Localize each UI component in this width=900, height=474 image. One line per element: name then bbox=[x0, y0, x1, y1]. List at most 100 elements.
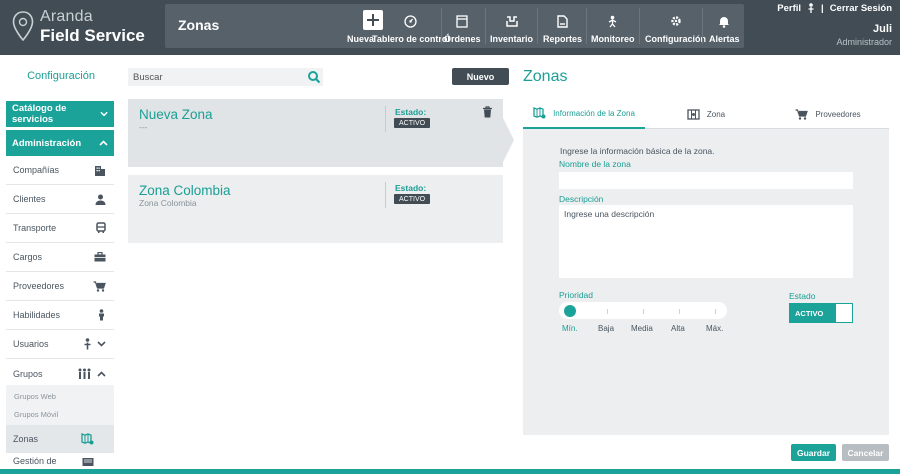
sidebar-item-label: Usuarios bbox=[13, 339, 49, 349]
toolbar-monitoring[interactable]: Monitoreo bbox=[591, 4, 635, 48]
sidebar-item-zonas[interactable]: Zonas bbox=[6, 425, 114, 453]
zone-card-title: Zona Colombia bbox=[139, 183, 231, 198]
zone-map-icon bbox=[81, 433, 94, 445]
toolbar-divider bbox=[702, 8, 703, 44]
sidebar-catalog-button[interactable]: Catálogo de servicios bbox=[6, 101, 114, 127]
save-button[interactable]: Guardar bbox=[791, 444, 836, 461]
description-textarea[interactable]: Ingrese una descripción bbox=[559, 205, 853, 278]
selected-card-pointer bbox=[503, 118, 514, 162]
sidebar-subgroup bbox=[6, 385, 114, 425]
sidebar-item-label: Cargos bbox=[13, 252, 43, 262]
status-label: Estado bbox=[789, 291, 816, 301]
toolbar-reports-label: Reportes bbox=[543, 34, 583, 44]
priority-label: Prioridad bbox=[559, 290, 594, 300]
tab-label: Zona bbox=[706, 109, 726, 119]
toolbar-reports[interactable]: Reportes bbox=[543, 4, 582, 48]
sidebar-item-label: Zonas bbox=[13, 434, 39, 444]
sidebar-item-label: Gestión de bbox=[13, 456, 57, 466]
new-zone-button[interactable]: Nuevo bbox=[452, 68, 509, 85]
tab-zone-info[interactable]: Información de la Zona bbox=[523, 99, 645, 129]
sidebar-subitem-grupos-movil[interactable]: Grupos Móvil bbox=[14, 410, 58, 419]
briefcase-icon bbox=[94, 252, 106, 262]
sidebar-item-companias[interactable]: Compañías bbox=[6, 156, 114, 185]
status-badge: ACTIVO bbox=[394, 194, 431, 204]
sidebar-item-clientes[interactable]: Clientes bbox=[6, 185, 114, 214]
zone-detail-panel: Información de la Zona Zona Proveedores … bbox=[523, 99, 889, 435]
sidebar-item-transporte[interactable]: Transporte bbox=[6, 214, 114, 243]
brand-name-bottom: Field Service bbox=[40, 25, 145, 45]
toolbar-settings[interactable]: Configuración bbox=[645, 4, 706, 48]
brand-logo[interactable]: Aranda Field Service bbox=[12, 8, 145, 44]
zone-card[interactable]: Zona Colombia Zona Colombia Estado: ACTI… bbox=[128, 175, 503, 243]
priority-option-min: Mín. bbox=[562, 324, 578, 333]
tab-zone[interactable]: Zona bbox=[645, 99, 767, 129]
zone-name-label: Nombre de la zona bbox=[559, 159, 631, 169]
inventory-icon bbox=[505, 15, 518, 27]
bus-icon bbox=[96, 222, 106, 233]
status-badge: ACTIVO bbox=[394, 118, 431, 128]
chevron-up-icon bbox=[97, 370, 106, 377]
map-pin-logo-icon bbox=[12, 11, 34, 41]
panel-title: Zonas bbox=[523, 68, 568, 85]
sidebar-item-cargos[interactable]: Cargos bbox=[6, 243, 114, 272]
sidebar-item-grupos[interactable]: Grupos bbox=[6, 359, 114, 388]
zone-card[interactable]: Nueva Zona --- Estado: ACTIVO bbox=[128, 99, 503, 167]
zone-map-icon bbox=[533, 107, 546, 119]
cart-icon bbox=[93, 280, 106, 292]
zone-name-input[interactable] bbox=[559, 172, 853, 189]
sidebar-title: Configuración bbox=[27, 70, 95, 82]
sidebar-item-proveedores[interactable]: Proveedores bbox=[6, 272, 114, 301]
logout-link[interactable]: Cerrar Sesión bbox=[830, 3, 892, 14]
search-icon[interactable] bbox=[307, 70, 321, 84]
sidebar-item-habilidades[interactable]: Habilidades bbox=[6, 301, 114, 330]
sidebar-catalog-label: Catálogo de servicios bbox=[12, 103, 67, 125]
status-toggle[interactable]: ACTIVO bbox=[789, 303, 853, 323]
toolbar-alerts[interactable]: Alertas bbox=[709, 4, 740, 48]
profile-link[interactable]: Perfil bbox=[777, 3, 801, 14]
toolbar-divider bbox=[537, 8, 538, 44]
user-links-separator: | bbox=[821, 3, 824, 14]
toolbar-new-label: Nueva bbox=[347, 34, 375, 44]
priority-slider-handle[interactable] bbox=[564, 305, 576, 317]
slider-tick bbox=[679, 309, 680, 314]
toolbar-orders[interactable]: Órdenes bbox=[444, 4, 481, 48]
sidebar-admin-button[interactable]: Administración bbox=[6, 130, 114, 156]
cancel-button[interactable]: Cancelar bbox=[842, 444, 889, 461]
status-toggle-value: ACTIVO bbox=[790, 304, 836, 322]
trash-icon[interactable] bbox=[482, 106, 493, 118]
orders-icon bbox=[456, 14, 468, 28]
toolbar-divider bbox=[586, 8, 587, 44]
monitoring-icon bbox=[608, 15, 617, 27]
map-icon bbox=[687, 108, 700, 120]
module-title: Zonas bbox=[178, 17, 220, 33]
user-area: Perfil | Cerrar Sesión Juli Administrado… bbox=[777, 3, 892, 47]
chevron-down-icon bbox=[97, 341, 106, 347]
toolbar-dashboard[interactable]: Tablero de control bbox=[372, 4, 450, 48]
toolbar-divider bbox=[441, 8, 442, 44]
toolbar-inventory[interactable]: Inventario bbox=[490, 4, 533, 48]
toolbar-alerts-label: Alertas bbox=[709, 34, 740, 44]
toolbar-new[interactable]: Nueva bbox=[347, 4, 374, 48]
card-divider bbox=[385, 106, 386, 132]
sidebar-admin-label: Administración bbox=[12, 137, 82, 149]
form-intro-text: Ingrese la información básica de la zona… bbox=[560, 146, 715, 156]
description-placeholder: Ingrese una descripción bbox=[564, 209, 655, 219]
slider-tick bbox=[643, 309, 644, 314]
tab-providers[interactable]: Proveedores bbox=[767, 99, 889, 129]
slider-tick bbox=[715, 309, 716, 314]
cart-icon bbox=[795, 108, 809, 120]
zone-card-status-label: Estado: bbox=[395, 183, 427, 193]
user-role: Administrador bbox=[836, 37, 892, 47]
sidebar-item-label: Clientes bbox=[13, 194, 46, 204]
toolbar-monitoring-label: Monitoreo bbox=[591, 34, 635, 44]
sidebar-subitem-grupos-web[interactable]: Grupos Web bbox=[14, 392, 56, 401]
toolbar-dashboard-label: Tablero de control bbox=[372, 34, 450, 44]
sidebar-item-label: Transporte bbox=[13, 223, 57, 233]
sidebar-item-usuarios[interactable]: Usuarios bbox=[6, 330, 114, 359]
panel-tabs: Información de la Zona Zona Proveedores bbox=[523, 99, 889, 129]
toolbar-orders-label: Órdenes bbox=[444, 34, 481, 44]
tab-label: Proveedores bbox=[815, 109, 861, 119]
search-input[interactable] bbox=[128, 68, 323, 86]
priority-option-medium: Media bbox=[631, 324, 653, 333]
tab-label: Información de la Zona bbox=[553, 108, 635, 118]
